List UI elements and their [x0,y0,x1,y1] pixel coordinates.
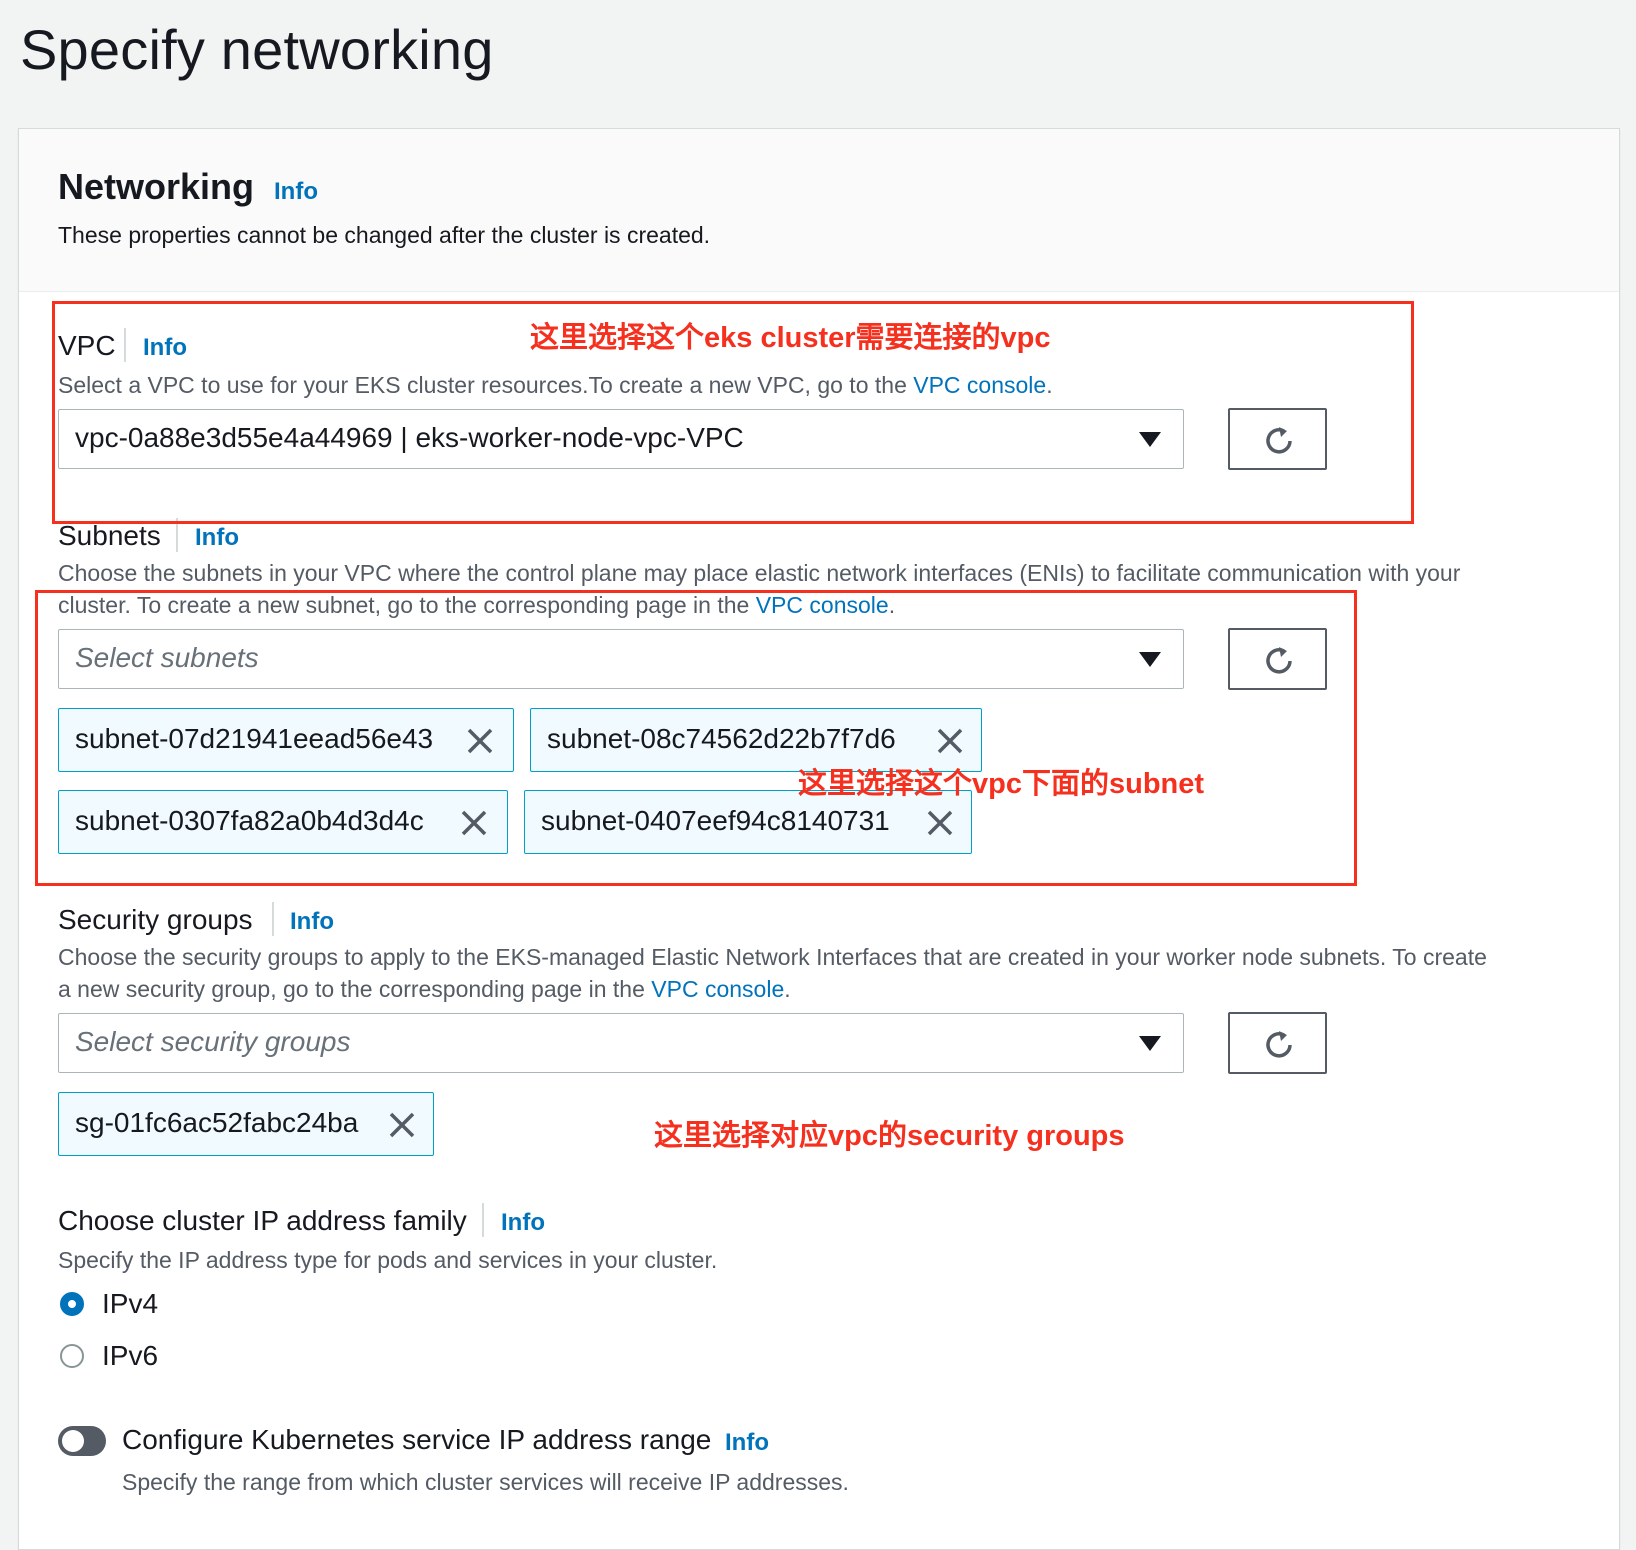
security-groups-select[interactable]: Select security groups [58,1013,1184,1073]
section-title: Networking [58,166,255,207]
k8s-range-label: Configure Kubernetes service IP address … [122,1424,712,1455]
caret-down-icon [1139,1036,1161,1051]
networking-info-link[interactable]: Info [274,178,318,206]
security-groups-description-line1: Choose the security groups to apply to t… [58,944,1487,970]
refresh-icon [1266,1031,1292,1058]
subnets-info-link[interactable]: Info [195,524,239,552]
security-groups-label-divider [272,902,274,936]
page-title: Specify networking [20,18,494,81]
security-groups-annotation-text: 这里选择对应vpc的security groups [654,1120,1125,1152]
subnets-label: Subnets [58,520,161,551]
security-groups-description-end: . [784,976,791,1002]
ipv6-radio-label[interactable]: IPv6 [102,1340,158,1372]
toggle-knob [62,1430,84,1452]
panel-header [19,129,1619,292]
panel-description: These properties cannot be changed after… [58,222,711,248]
k8s-range-description: Specify the range from which cluster ser… [122,1469,849,1495]
ip-family-label: Choose cluster IP address family [58,1205,467,1236]
ip-family-label-divider [482,1203,484,1237]
security-groups-info-link[interactable]: Info [290,908,334,936]
security-groups-description-line2: a new security group, go to the correspo… [58,973,791,1005]
ip-family-description: Specify the IP address type for pods and… [58,1247,718,1273]
security-groups-refresh-button[interactable] [1228,1012,1327,1074]
ipv4-radio-label[interactable]: IPv4 [102,1288,158,1320]
ipv6-radio[interactable] [60,1344,84,1368]
security-group-token-label: sg-01fc6ac52fabc24ba [75,1107,359,1138]
security-group-token: sg-01fc6ac52fabc24ba [58,1092,434,1156]
k8s-range-toggle[interactable] [58,1426,106,1456]
subnet-annotation-text: 这里选择这个vpc下面的subnet [798,768,1205,800]
close-icon[interactable] [387,1110,417,1140]
security-groups-placeholder: Select security groups [75,1026,351,1057]
subnet-annotation-box [35,590,1357,886]
ip-family-info-link[interactable]: Info [501,1209,545,1237]
k8s-range-info-link[interactable]: Info [725,1429,769,1457]
ipv4-radio[interactable] [60,1292,84,1316]
vpc-annotation-text: 这里选择这个eks cluster需要连接的vpc [530,322,1051,354]
security-groups-vpc-console-link[interactable]: VPC console [651,976,784,1002]
security-groups-description-text: a new security group, go to the correspo… [58,976,645,1002]
subnets-description-line1: Choose the subnets in your VPC where the… [58,560,1461,586]
security-groups-label: Security groups [58,904,253,935]
